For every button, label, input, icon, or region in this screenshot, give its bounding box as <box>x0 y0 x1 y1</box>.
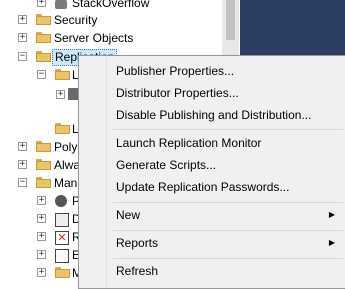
folder-icon <box>36 51 51 62</box>
tree-node-mgmt-child[interactable]: + D <box>0 210 81 228</box>
extended-events-icon <box>55 249 69 263</box>
menu-item-label: Update Replication Passwords... <box>116 180 290 194</box>
expand-icon[interactable]: + <box>37 232 46 241</box>
submenu-arrow-icon: ▶ <box>328 210 335 219</box>
menu-item-label: Refresh <box>116 264 159 278</box>
folder-icon <box>36 177 51 188</box>
scrollbar-thumb[interactable] <box>226 0 235 40</box>
expand-icon[interactable]: + <box>37 196 46 205</box>
tree-node-label: Server Objects <box>54 31 134 45</box>
tree-node-local-publications[interactable]: − L <box>0 66 80 84</box>
expand-icon[interactable]: + <box>56 90 65 99</box>
folder-icon <box>36 32 51 43</box>
folder-icon <box>36 14 51 25</box>
folder-icon <box>55 267 70 278</box>
menu-item-reports[interactable]: Reports ▶ <box>81 232 343 254</box>
tree-node-mgmt-child[interactable]: + E <box>0 246 80 264</box>
expand-icon[interactable]: + <box>37 214 46 223</box>
folder-icon <box>55 69 70 80</box>
context-menu: Publisher Properties... Distributor Prop… <box>78 55 345 289</box>
tree-node-security[interactable]: + Security <box>0 11 220 29</box>
collapse-icon[interactable]: − <box>37 70 46 79</box>
tree-node-mgmt-child[interactable]: + P <box>0 192 80 210</box>
tree-node-mgmt-child[interactable]: + ✕ R <box>0 228 81 246</box>
publication-icon <box>68 88 78 100</box>
submenu-arrow-icon: ▶ <box>328 238 335 247</box>
menu-item-generate-scripts[interactable]: Generate Scripts... <box>81 154 343 176</box>
expand-icon[interactable]: + <box>18 33 27 42</box>
expand-icon[interactable]: + <box>18 15 27 24</box>
policy-icon <box>55 195 67 207</box>
data-collection-icon <box>55 213 69 227</box>
folder-icon <box>36 159 51 170</box>
tree-node-server-objects[interactable]: + Server Objects <box>0 29 220 47</box>
menu-item-label: Disable Publishing and Distribution... <box>116 108 312 122</box>
tree-node-polybase[interactable]: + Polyl <box>0 138 80 156</box>
expand-icon[interactable]: + <box>37 268 46 277</box>
menu-item-label: Reports <box>116 236 159 250</box>
tree-node-label: Security <box>54 13 98 27</box>
menu-item-launch-replication-monitor[interactable]: Launch Replication Monitor <box>81 132 343 154</box>
menu-item-label: Publisher Properties... <box>116 64 235 78</box>
menu-item-disable-publishing[interactable]: Disable Publishing and Distribution... <box>81 104 343 126</box>
menu-item-new[interactable]: New ▶ <box>81 204 343 226</box>
collapse-icon[interactable]: − <box>18 52 27 61</box>
resource-governor-icon: ✕ <box>55 231 69 245</box>
tree-node-mgmt-child[interactable]: + M <box>0 264 82 282</box>
collapse-icon[interactable]: − <box>18 178 27 187</box>
menu-separator <box>113 202 343 203</box>
tree-node-publication[interactable]: + <box>0 86 80 104</box>
tree-node-label: Man <box>54 176 78 190</box>
tree-node-management[interactable]: − Man <box>0 174 80 192</box>
expand-icon[interactable]: + <box>37 250 46 259</box>
tree-node-local-subscriptions[interactable]: L <box>0 120 80 138</box>
tree-node-label: Polyl <box>54 140 81 154</box>
menu-item-refresh[interactable]: Refresh <box>81 260 343 282</box>
tree-node-always-on[interactable]: + Alwa <box>0 156 80 174</box>
database-icon <box>55 0 67 9</box>
menu-item-label: Launch Replication Monitor <box>116 136 262 150</box>
menu-separator <box>113 258 343 259</box>
expand-icon[interactable]: + <box>37 0 46 7</box>
tree-node-label: Alwa <box>54 158 81 172</box>
menu-item-publisher-properties[interactable]: Publisher Properties... <box>81 60 343 82</box>
expand-icon[interactable]: + <box>18 160 27 169</box>
expand-icon[interactable]: + <box>18 142 27 151</box>
document-area <box>240 0 345 57</box>
menu-item-distributor-properties[interactable]: Distributor Properties... <box>81 82 343 104</box>
folder-icon <box>36 141 51 152</box>
menu-item-update-replication-passwords[interactable]: Update Replication Passwords... <box>81 176 343 198</box>
menu-item-label: Distributor Properties... <box>116 86 239 100</box>
folder-icon <box>55 123 70 134</box>
menu-separator <box>113 129 343 130</box>
menu-separator <box>113 230 343 231</box>
menu-item-label: New <box>116 208 141 222</box>
menu-item-label: Generate Scripts... <box>116 158 217 172</box>
